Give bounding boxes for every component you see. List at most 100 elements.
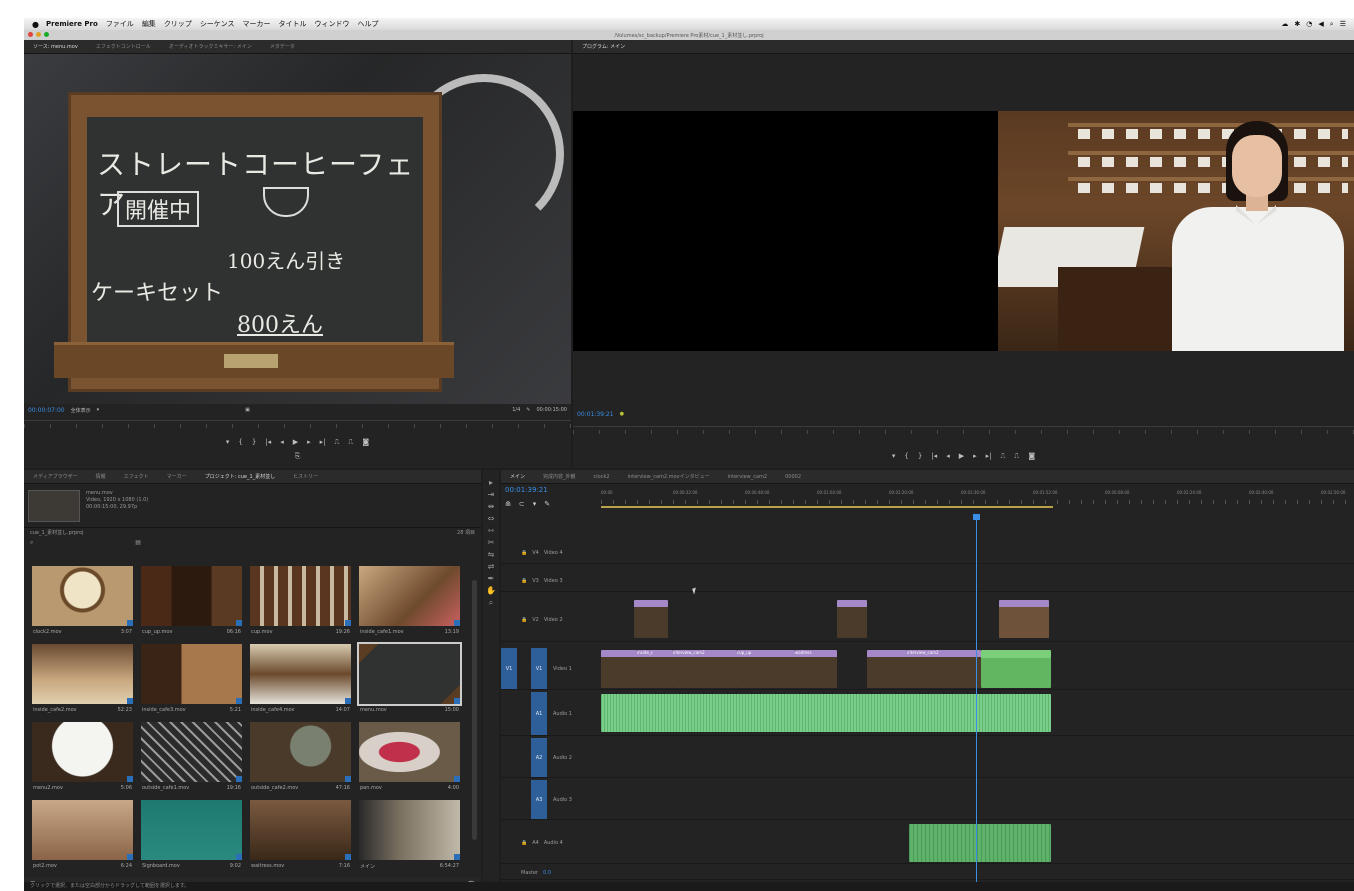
hand-tool-icon[interactable]: ✋ xyxy=(486,586,496,595)
volume-icon[interactable]: ◀ xyxy=(1318,20,1323,29)
project-item[interactable]: clock2.mov 3:07 xyxy=(32,566,133,640)
tab-project[interactable]: プロジェクト: cue_1_素材並し xyxy=(196,473,284,480)
minimize-window-button[interactable] xyxy=(36,32,41,37)
project-item[interactable]: inside_cafe1.mov 13:19 xyxy=(359,566,460,640)
project-item-thumbnail[interactable] xyxy=(250,800,351,860)
project-item-thumbnail[interactable] xyxy=(141,800,242,860)
project-item-thumbnail[interactable] xyxy=(359,566,460,626)
slide-tool-icon[interactable]: ⇌ xyxy=(488,562,495,571)
project-search[interactable]: ⌕ ▤ xyxy=(24,538,481,548)
tab-sequence-main[interactable]: メイン xyxy=(501,473,534,480)
tab-metadata[interactable]: メタデータ xyxy=(261,43,304,50)
zoom-window-button[interactable] xyxy=(44,32,49,37)
lock-icon[interactable]: 🔒 xyxy=(521,578,527,584)
project-item[interactable]: menu2.mov 5:06 xyxy=(32,722,133,796)
selected-clip-thumbnail[interactable] xyxy=(28,490,80,522)
project-item[interactable]: menu.mov 15:00 xyxy=(357,642,462,718)
menu-title[interactable]: タイトル xyxy=(278,19,306,29)
menu-marker[interactable]: マーカー xyxy=(242,19,270,29)
project-item[interactable]: cup_up.mov 06:16 xyxy=(141,566,242,640)
project-item-thumbnail[interactable] xyxy=(357,642,462,706)
zoom-tool-icon[interactable]: ⌕ xyxy=(489,598,493,608)
program-preview[interactable] xyxy=(573,54,1354,404)
pen-tool-icon[interactable]: ✒ xyxy=(488,574,495,583)
apple-icon[interactable]: ● xyxy=(32,20,42,29)
mark-in-icon[interactable]: { xyxy=(904,452,908,466)
settings-icon[interactable]: ✎ xyxy=(544,500,550,508)
add-marker-icon[interactable]: ▾ xyxy=(892,452,896,466)
project-item-thumbnail[interactable] xyxy=(32,644,133,704)
timeline-ruler[interactable]: 00:00 00:00:32:00 00:00:48:00 00:01:04:00 00… xyxy=(601,484,1354,514)
razor-tool-icon[interactable]: ✂ xyxy=(488,538,495,547)
clip-v1[interactable] xyxy=(867,650,907,688)
mark-out-icon[interactable]: } xyxy=(918,452,922,466)
list-icon[interactable]: ☰ xyxy=(1340,20,1346,29)
add-marker-icon[interactable]: ▾ xyxy=(226,438,230,452)
settings-icon[interactable]: ▣ xyxy=(245,407,250,413)
cloud-icon[interactable]: ☁ xyxy=(1281,20,1288,29)
button-editor-icon[interactable]: ⎘ xyxy=(295,452,301,466)
mark-in-icon[interactable]: { xyxy=(238,438,242,452)
clip-v1[interactable]: interview_cam2 xyxy=(907,650,981,688)
menu-clip[interactable]: クリップ xyxy=(164,19,192,29)
project-item[interactable]: outside_cafe2.mov 47:16 xyxy=(250,722,351,796)
program-timecode[interactable]: 00:01:39:21 xyxy=(577,411,614,418)
ripple-tool-icon[interactable]: ⇹ xyxy=(488,502,495,511)
tab-effects[interactable]: エフェクト xyxy=(115,473,158,480)
track-target-a3[interactable]: A3 xyxy=(531,780,547,819)
tab-markers[interactable]: マーカー xyxy=(158,473,196,480)
snap-icon[interactable]: ⋒ xyxy=(505,500,511,508)
source-fit-select[interactable]: 全体表示 xyxy=(71,407,91,414)
project-item[interactable]: inside_cafe2.mov 52:23 xyxy=(32,644,133,718)
go-to-out-icon[interactable]: ▸| xyxy=(320,438,326,452)
go-to-out-icon[interactable]: ▸| xyxy=(986,452,992,466)
audio-clip-a4[interactable] xyxy=(909,824,1051,862)
project-item-thumbnail[interactable] xyxy=(32,800,133,860)
step-back-icon[interactable]: ◂ xyxy=(946,452,950,466)
slip-tool-icon[interactable]: ⇋ xyxy=(488,550,495,559)
tab-source[interactable]: ソース: menu.mov xyxy=(24,43,87,50)
tab-sequence-5[interactable]: interview_cam2 xyxy=(719,474,777,480)
project-item[interactable]: pan.mov 4:00 xyxy=(359,722,460,796)
track-target-a1[interactable]: A1 xyxy=(531,692,547,735)
project-item-thumbnail[interactable] xyxy=(250,566,351,626)
wrench-icon[interactable]: ✎ xyxy=(526,407,530,413)
lock-icon[interactable]: 🔒 xyxy=(521,550,527,556)
project-item-thumbnail[interactable] xyxy=(250,722,351,782)
project-item[interactable]: pot2.mov 6:24 xyxy=(32,800,133,874)
bluetooth-icon[interactable]: ✱ xyxy=(1294,20,1300,29)
go-to-in-icon[interactable]: |◂ xyxy=(931,452,937,466)
project-item-thumbnail[interactable] xyxy=(141,722,242,782)
project-item-thumbnail[interactable] xyxy=(32,566,133,626)
source-target-v1[interactable]: V1 xyxy=(501,648,517,689)
tab-program[interactable]: プログラム: メイン xyxy=(573,43,634,50)
master-level[interactable]: 0.0 xyxy=(543,870,551,876)
source-preview[interactable]: ストレートコーヒーフェア 開催中 100えん引き ケーキセット 800えん xyxy=(24,54,571,404)
project-item-thumbnail[interactable] xyxy=(359,800,460,860)
mark-out-icon[interactable]: } xyxy=(252,438,256,452)
project-item[interactable]: outside_cafe1.mov 19:16 xyxy=(141,722,242,796)
audio-clip-a1[interactable] xyxy=(601,694,1051,732)
menu-help[interactable]: ヘルプ xyxy=(357,19,378,29)
menu-edit[interactable]: 編集 xyxy=(142,19,156,29)
track-target-v1[interactable]: V1 xyxy=(531,648,547,689)
tab-sequence-2[interactable]: 完成内容_外観 xyxy=(534,473,585,480)
project-item[interactable]: waitress.mov 7:16 xyxy=(250,800,351,874)
insert-icon[interactable]: ⎍ xyxy=(335,438,340,452)
program-time-ruler[interactable] xyxy=(573,426,1354,438)
close-window-button[interactable] xyxy=(28,32,33,37)
export-frame-icon[interactable]: ◙ xyxy=(362,438,369,452)
project-item-thumbnail[interactable] xyxy=(359,722,460,782)
tab-history[interactable]: ヒストリー xyxy=(284,473,327,480)
source-time-ruler[interactable] xyxy=(24,420,571,432)
menu-window[interactable]: ウィンドウ xyxy=(314,19,349,29)
app-menu[interactable]: Premiere Pro xyxy=(46,20,98,28)
project-item-thumbnail[interactable] xyxy=(141,566,242,626)
menu-sequence[interactable]: シーケンス xyxy=(200,19,235,29)
marker-icon[interactable]: ● xyxy=(620,411,624,417)
tab-sequence-6[interactable]: 00002 xyxy=(776,474,810,480)
menu-file[interactable]: ファイル xyxy=(106,19,134,29)
tab-effect-controls[interactable]: エフェクトコントロール xyxy=(87,43,160,50)
project-item-thumbnail[interactable] xyxy=(32,722,133,782)
clip-v1[interactable]: waitress xyxy=(795,650,837,688)
